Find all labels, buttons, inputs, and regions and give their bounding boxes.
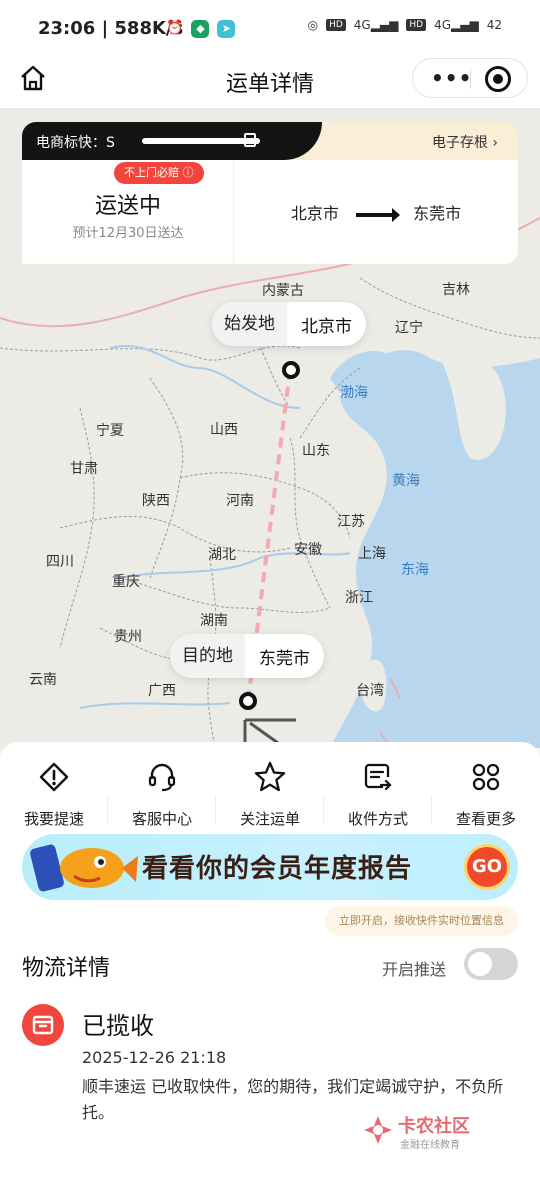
action-see-more[interactable]: 查看更多 <box>432 760 540 829</box>
tracking-number-label: 电商标快：S <box>36 135 115 151</box>
delivery-status-block: 不上门必赔 ⓘ 运送中 预计12月30日送达 <box>22 160 234 264</box>
nav-bar: 运单详情 ••• <box>0 58 540 108</box>
action-label: 我要提速 <box>23 810 84 828</box>
map-label: 重庆 <box>112 574 140 590</box>
map-label: 内蒙古 <box>262 283 304 299</box>
map-label: 台湾 <box>356 683 384 699</box>
close-target-icon[interactable] <box>485 66 511 92</box>
map-label: 广西 <box>148 683 176 699</box>
route-to: 东莞市 <box>413 204 462 223</box>
route-summary: 北京市 东莞市 <box>234 200 518 224</box>
send-app-icon: ➤ <box>217 20 236 38</box>
map-label: 山东 <box>302 443 330 459</box>
destination-city: 东莞市 <box>259 648 310 669</box>
signal-icon-2: 4G▂▄▆ <box>434 18 479 32</box>
destination-pin-icon <box>239 692 257 710</box>
action-speed-up[interactable]: 我要提速 <box>0 760 108 829</box>
card-body: 不上门必赔 ⓘ 运送中 预计12月30日送达 北京市 东莞市 <box>22 160 518 264</box>
map-label: 云南 <box>29 672 57 688</box>
mini-program-capsule: ••• <box>412 58 528 98</box>
hd-icon: HD <box>326 19 346 31</box>
status-app-icons: ⏰ ◆ ➤ <box>166 20 236 38</box>
map-label: 黄海 <box>392 473 420 489</box>
capsule-divider <box>470 69 471 89</box>
origin-city: 北京市 <box>301 316 352 337</box>
action-label: 关注运单 <box>239 810 300 828</box>
map-label: 吉林 <box>442 282 470 298</box>
map-label: 江苏 <box>337 514 365 530</box>
waybill-summary-card: 电商标快：S 电子存根 › 不上门必赔 ⓘ 运送中 预计12月30日送达 北京市… <box>22 122 518 264</box>
signal-icon: 4G▂▄▆ <box>353 18 399 32</box>
status-bar: 23:06 | 588K/s ⏰ ◆ ➤ ◎ HD 4G▂▄▆ HD 4G▂▄▆… <box>0 0 540 58</box>
map-label: 湖北 <box>208 547 236 563</box>
status-right-icons: ◎ HD 4G▂▄▆ HD 4G▂▄▆ 42 <box>308 18 502 32</box>
collected-status-icon <box>22 1004 64 1046</box>
annual-report-banner[interactable]: 看看你的会员年度报告 GO <box>22 834 518 900</box>
alarm-icon: ⏰ <box>166 20 184 36</box>
arrow-right-icon <box>356 207 400 222</box>
star-icon <box>254 761 286 792</box>
speed-alert-icon <box>39 762 69 792</box>
map-label: 浙江 <box>345 590 373 606</box>
shield-app-icon: ◆ <box>191 20 210 38</box>
action-label: 客服中心 <box>131 810 192 828</box>
more-menu-icon[interactable]: ••• <box>431 66 472 90</box>
action-label: 查看更多 <box>455 810 516 828</box>
watermark-sub: 金融在线教育 <box>400 1140 460 1151</box>
logistics-title: 物流详情 <box>22 956 111 981</box>
card-header: 电商标快：S 电子存根 › <box>22 122 518 160</box>
event-status: 已揽收 <box>82 1012 154 1040</box>
map-label: 湖南 <box>200 613 228 629</box>
route-from: 北京市 <box>290 204 339 223</box>
battery-icon: 42 <box>486 18 502 32</box>
mascot-fish-icon <box>30 844 138 892</box>
map-label: 辽宁 <box>395 320 423 336</box>
hd-icon-2: HD <box>406 19 427 31</box>
map-label: 安徽 <box>294 542 322 558</box>
action-receive-method[interactable]: 收件方式 <box>324 760 432 829</box>
more-grid-icon <box>472 763 500 791</box>
map-label: 陕西 <box>142 493 170 509</box>
go-button[interactable]: GO <box>464 844 510 890</box>
map-label: 甘肃 <box>70 461 98 477</box>
event-time: 2025-12-26 21:18 <box>82 1048 227 1067</box>
origin-pin-icon <box>282 361 300 379</box>
push-tip-bubble: 立即开启，接收快件实时位置信息 <box>325 906 518 936</box>
map-label: 山西 <box>210 422 238 438</box>
action-follow-waybill[interactable]: 关注运单 <box>216 760 324 829</box>
hotspot-icon: ◎ <box>307 18 319 32</box>
destination-key: 目的地 <box>170 634 245 678</box>
watermark-logo: 卡农社区 金融在线教育 <box>362 1112 492 1152</box>
push-label: 开启推送 <box>382 960 447 979</box>
map-label: 渤海 <box>340 385 368 401</box>
map-label: 宁夏 <box>96 423 124 439</box>
origin-pill: 始发地 北京市 <box>212 302 366 346</box>
status-time: 23:06 | 588K/s <box>38 18 184 39</box>
action-label: 收件方式 <box>347 810 408 828</box>
origin-key: 始发地 <box>212 302 287 346</box>
copy-icon[interactable] <box>244 133 256 147</box>
receive-method-icon <box>364 763 392 791</box>
map-label: 河南 <box>226 493 254 509</box>
estimated-arrival: 预计12月30日送达 <box>72 226 184 241</box>
action-customer-service[interactable]: 客服中心 <box>108 760 216 829</box>
masked-tracking-number <box>142 138 260 144</box>
shipment-state: 运送中 <box>94 194 161 219</box>
electronic-stub-link[interactable]: 电子存根 › <box>432 132 498 152</box>
map-label: 四川 <box>46 554 74 570</box>
headset-icon <box>148 763 176 792</box>
banner-text: 看看你的会员年度报告 <box>142 854 413 884</box>
push-toggle[interactable] <box>464 948 518 980</box>
guarantee-badge[interactable]: 不上门必赔 ⓘ <box>114 162 204 184</box>
watermark-name: 卡农社区 <box>398 1116 470 1137</box>
map-label: 东海 <box>401 562 429 578</box>
map-label: 贵州 <box>114 629 142 645</box>
destination-pill: 目的地 东莞市 <box>170 634 324 678</box>
watermark-icon <box>364 1116 392 1144</box>
bottom-sheet: 我要提速 客服中心 关注运单 收件方式 查看更多 看看你的会员年度报告 GO 立… <box>0 742 540 1200</box>
map-label: 上海 <box>358 546 386 562</box>
